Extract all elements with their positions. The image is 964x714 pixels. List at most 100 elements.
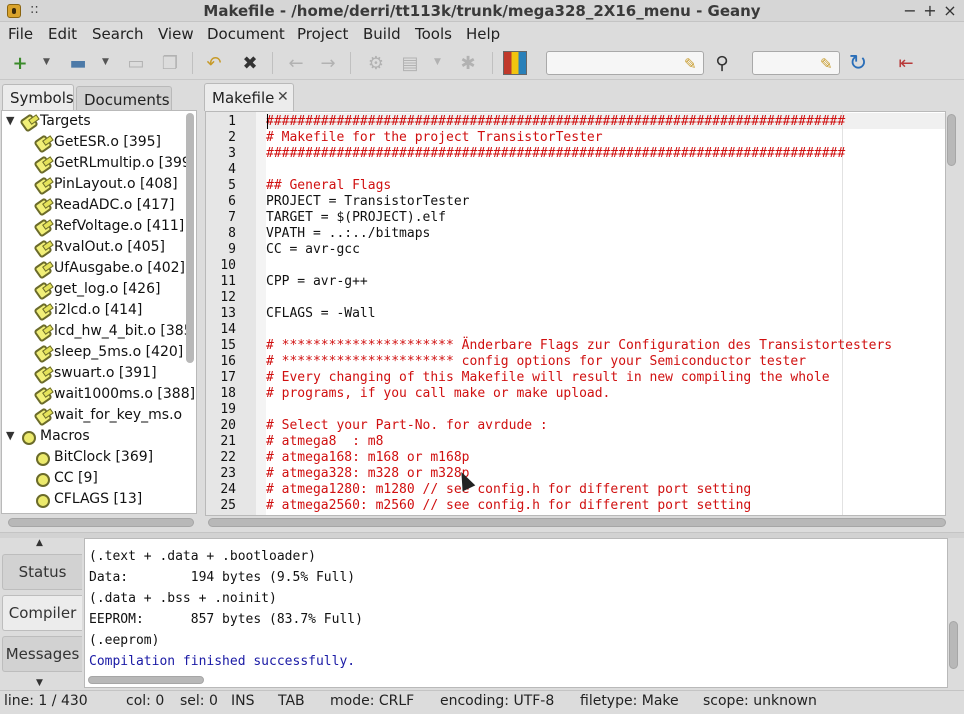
tab-documents[interactable]: Documents: [76, 86, 172, 110]
sidebar-horizontal-scrollbar[interactable]: [8, 518, 194, 527]
tabs-scroll-down-icon[interactable]: ▼: [36, 678, 43, 688]
tab-makefile[interactable]: Makefile ✕: [204, 83, 294, 111]
line-number[interactable]: 16: [206, 354, 236, 369]
fold-margin[interactable]: [256, 112, 266, 515]
line-number[interactable]: 24: [206, 482, 236, 497]
line-number[interactable]: 19: [206, 402, 236, 417]
close-window-icon[interactable]: ×: [942, 1, 958, 20]
editor-horizontal-scrollbar[interactable]: [208, 518, 946, 527]
tab-status[interactable]: Status: [2, 554, 82, 590]
line-number[interactable]: 10: [206, 258, 236, 273]
compile-icon[interactable]: ⚙: [364, 51, 388, 75]
toolbar-separator: [350, 52, 351, 74]
compiler-output[interactable]: (.text + .data + .bootloader) Data: 194 b…: [84, 538, 948, 688]
code-line: TARGET = $(PROJECT).elf: [266, 210, 447, 225]
code-line: CC = avr-gcc: [266, 242, 360, 257]
line-number[interactable]: 23: [206, 466, 236, 481]
clear-goto-icon[interactable]: ✎: [820, 55, 833, 73]
macro-icon: [36, 473, 50, 487]
search-input[interactable]: [546, 51, 704, 75]
build-icon[interactable]: ▤: [398, 51, 422, 75]
line-number[interactable]: 13: [206, 306, 236, 321]
new-file-dropdown-icon[interactable]: ▼: [43, 57, 50, 67]
status-col: col: 0: [126, 693, 165, 709]
line-number[interactable]: 17: [206, 370, 236, 385]
messages-vertical-scrollbar[interactable]: [949, 621, 958, 669]
compiler-output-line: Data: 194 bytes (9.5% Full): [89, 570, 356, 585]
line-number[interactable]: 20: [206, 418, 236, 433]
save-all-icon[interactable]: ❐: [158, 51, 182, 75]
open-folder-icon[interactable]: ▬: [66, 51, 90, 75]
tab-symbols[interactable]: Symbols: [2, 84, 74, 110]
menu-file[interactable]: File: [8, 25, 33, 43]
code-comment-line: # Every changing of this Makefile will r…: [266, 370, 830, 385]
menu-bar: File Edit Search View Document Project B…: [0, 22, 964, 46]
target-icon: [19, 113, 39, 133]
revert-icon[interactable]: ↶: [202, 51, 226, 75]
line-number[interactable]: 21: [206, 434, 236, 449]
tabs-scroll-up-icon[interactable]: ▲: [36, 538, 43, 548]
new-file-icon[interactable]: +: [8, 51, 32, 75]
menu-tools[interactable]: Tools: [415, 25, 452, 43]
messages-horizontal-scrollbar[interactable]: [88, 676, 204, 684]
code-line: CFLAGS = -Wall: [266, 306, 376, 321]
sidebar-vertical-scrollbar[interactable]: [186, 113, 194, 363]
tree-item-label: lcd_hw_4_bit.o [385: [54, 323, 193, 339]
menu-project[interactable]: Project: [297, 25, 348, 43]
status-line: line: 1 / 430: [4, 693, 88, 709]
line-number[interactable]: 11: [206, 274, 236, 289]
menu-search[interactable]: Search: [92, 25, 144, 43]
quit-icon[interactable]: ⇤: [894, 51, 918, 75]
code-editor[interactable]: 1 #######################################…: [205, 111, 946, 516]
line-number[interactable]: 14: [206, 322, 236, 337]
line-number[interactable]: 3: [206, 146, 236, 161]
line-number[interactable]: 18: [206, 386, 236, 401]
line-number[interactable]: 12: [206, 290, 236, 305]
close-file-icon[interactable]: ✖: [238, 51, 262, 75]
line-number[interactable]: 4: [206, 162, 236, 177]
forward-icon[interactable]: →: [316, 51, 340, 75]
long-line-marker: [842, 112, 843, 515]
line-number[interactable]: 9: [206, 242, 236, 257]
maximize-icon[interactable]: +: [922, 1, 938, 20]
editor-vertical-scrollbar[interactable]: [947, 114, 956, 166]
back-icon[interactable]: ←: [284, 51, 308, 75]
line-number[interactable]: 15: [206, 338, 236, 353]
target-icon: [33, 176, 53, 196]
menu-edit[interactable]: Edit: [48, 25, 77, 43]
target-icon: [33, 239, 53, 259]
run-icon[interactable]: ✱: [456, 51, 480, 75]
line-number[interactable]: 2: [206, 130, 236, 145]
tab-messages[interactable]: Messages: [2, 636, 82, 672]
color-chooser-icon[interactable]: [503, 51, 527, 75]
status-tab: TAB: [278, 693, 305, 709]
menu-help[interactable]: Help: [466, 25, 500, 43]
line-number[interactable]: 22: [206, 450, 236, 465]
tab-compiler[interactable]: Compiler: [2, 595, 82, 631]
line-number[interactable]: 6: [206, 194, 236, 209]
find-icon[interactable]: ⚲: [710, 51, 734, 75]
line-number[interactable]: 7: [206, 210, 236, 225]
menu-view[interactable]: View: [158, 25, 194, 43]
compiler-success-line: Compilation finished successfully.: [89, 654, 356, 669]
toolbar: + ▼ ▬ ▼ ▭ ❐ ↶ ✖ ← → ⚙ ▤ ▼ ✱ ✎ ⚲ ✎ ↻ ⇤: [0, 46, 964, 80]
menu-build[interactable]: Build: [363, 25, 401, 43]
line-number[interactable]: 8: [206, 226, 236, 241]
expander-arrow-icon[interactable]: ▼: [6, 114, 14, 127]
tab-makefile-label: Makefile: [212, 89, 275, 107]
open-recent-dropdown-icon[interactable]: ▼: [102, 57, 109, 67]
jump-to-line-icon[interactable]: ↻: [846, 51, 870, 76]
macro-icon: [22, 431, 36, 445]
line-number[interactable]: 25: [206, 498, 236, 513]
expander-arrow-icon[interactable]: ▼: [6, 429, 14, 442]
menu-document[interactable]: Document: [207, 25, 285, 43]
line-number[interactable]: 5: [206, 178, 236, 193]
title-bar[interactable]: :: Makefile - /home/derri/tt113k/trunk/m…: [0, 0, 964, 22]
build-dropdown-icon[interactable]: ▼: [434, 57, 441, 67]
minimize-icon[interactable]: −: [902, 1, 918, 20]
tree-item-label: CFLAGS [13]: [54, 491, 143, 507]
line-number[interactable]: 1: [206, 114, 236, 129]
clear-search-icon[interactable]: ✎: [684, 55, 697, 73]
close-tab-icon[interactable]: ✕: [277, 89, 289, 105]
save-icon[interactable]: ▭: [124, 51, 148, 75]
